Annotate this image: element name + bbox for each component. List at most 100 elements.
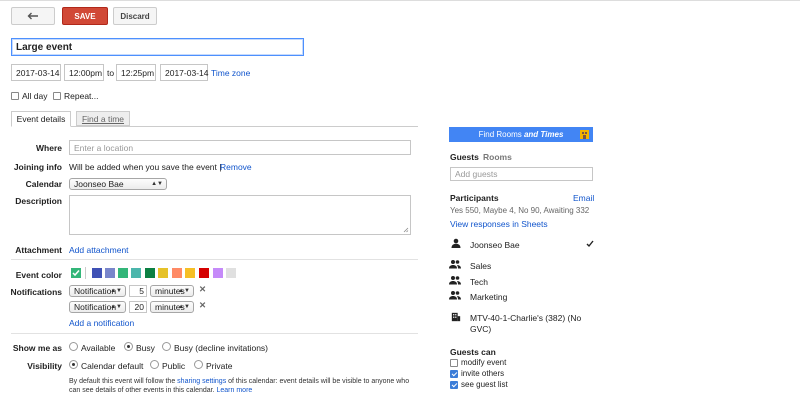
- notification-value-input-1[interactable]: 5: [129, 285, 147, 297]
- guest-name: Joonseo Bae: [470, 240, 520, 250]
- to-label: to: [107, 68, 115, 78]
- view-responses-link[interactable]: View responses in Sheets: [450, 219, 548, 229]
- public-radio[interactable]: [150, 360, 159, 369]
- available-radio[interactable]: [69, 342, 78, 351]
- tab-find-a-time-label: Find a time: [81, 113, 125, 124]
- color-swatch[interactable]: [92, 268, 102, 278]
- guest-name: Marketing: [470, 292, 508, 302]
- location-input[interactable]: Enter a location: [69, 140, 411, 155]
- learn-more-link[interactable]: Learn more: [217, 387, 253, 394]
- room-name-line: GVC): [470, 324, 492, 334]
- busy-decline-radio[interactable]: [162, 342, 171, 351]
- private-radio[interactable]: [194, 360, 203, 369]
- private-label: Private: [206, 361, 233, 371]
- calendar-default-radio[interactable]: [69, 360, 78, 369]
- note-text: can see details of other events in this …: [69, 387, 215, 394]
- all-day-checkbox[interactable]: [11, 92, 19, 100]
- see-guest-list-checkbox[interactable]: [450, 381, 458, 389]
- end-time-input[interactable]: 12:25pm: [116, 64, 156, 81]
- visibility-label: Visibility: [27, 361, 62, 371]
- event-title-input[interactable]: Large event: [11, 38, 304, 56]
- divider: [11, 259, 418, 260]
- see-guest-list-label: see guest list: [461, 380, 508, 389]
- notification-type-select-2[interactable]: Notification ▲▼: [69, 301, 126, 313]
- divider: [11, 333, 418, 334]
- color-swatch[interactable]: [226, 268, 236, 278]
- add-attachment-link[interactable]: Add attachment: [69, 245, 129, 255]
- back-button[interactable]: [11, 7, 55, 25]
- tab-divider: [11, 126, 418, 127]
- select-arrows-icon: ▲▼: [151, 181, 163, 187]
- calendar-select-value: Joonseo Bae: [74, 179, 124, 189]
- rsvp-stats: Yes 550, Maybe 4, No 90, Awaiting 332: [450, 206, 590, 215]
- color-swatch[interactable]: [199, 268, 209, 278]
- find-rooms-emphasis: and Times: [523, 130, 564, 139]
- swatch-separator: [85, 267, 86, 279]
- email-guests-link[interactable]: Email: [573, 193, 594, 203]
- add-guests-input[interactable]: Add guests: [450, 167, 593, 181]
- color-swatch[interactable]: [131, 268, 141, 278]
- find-rooms-button[interactable]: Find Rooms and Times: [449, 127, 593, 142]
- color-swatch[interactable]: [172, 268, 182, 278]
- group-icon: [449, 276, 461, 285]
- joining-info-text: Will be added when you save the event |: [69, 162, 222, 172]
- end-date-input[interactable]: 2017-03-14: [160, 64, 208, 81]
- public-label: Public: [162, 361, 186, 371]
- room-name: MTV-40-1-Charlie's (382) (No GVC): [470, 313, 581, 335]
- modify-event-checkbox[interactable]: [450, 359, 458, 367]
- room-name-line: MTV-40-1-Charlie's (382) (No: [470, 313, 582, 323]
- description-textarea[interactable]: [69, 195, 411, 235]
- calendar-select[interactable]: Joonseo Bae ▲▼: [69, 178, 167, 190]
- add-notification-link[interactable]: Add a notification: [69, 318, 134, 328]
- save-button[interactable]: SAVE: [62, 7, 108, 25]
- available-label: Available: [81, 343, 116, 353]
- tab-event-details-label: Event details: [16, 114, 66, 124]
- color-swatch[interactable]: [158, 268, 168, 278]
- selected-color-swatch[interactable]: [71, 268, 81, 278]
- remove-notification-icon[interactable]: ✕: [199, 300, 206, 311]
- rooms-icon: [580, 130, 589, 139]
- arrow-left-icon: [27, 12, 38, 20]
- start-time-input[interactable]: 12:00pm: [64, 64, 104, 81]
- notification-value-input-2[interactable]: 20: [129, 301, 147, 313]
- sharing-settings-link[interactable]: sharing settings: [177, 378, 226, 385]
- resize-handle-icon[interactable]: [403, 227, 409, 233]
- visibility-note: By default this event will follow the sh…: [69, 377, 409, 395]
- calendar-default-label: Calendar default: [81, 361, 144, 371]
- remove-notification-icon[interactable]: ✕: [199, 284, 206, 295]
- notification-unit-select-2[interactable]: minutes ▲▼: [150, 301, 194, 313]
- find-rooms-label: Find Rooms: [478, 130, 524, 139]
- guest-name: Sales: [470, 261, 492, 271]
- note-text: of this calendar: event details will be …: [226, 378, 410, 385]
- color-swatch[interactable]: [213, 268, 223, 278]
- notification-unit-select-1[interactable]: minutes ▲▼: [150, 285, 194, 297]
- repeat-checkbox[interactable]: [53, 92, 61, 100]
- note-text: By default this event will follow the: [69, 378, 178, 385]
- tab-rooms[interactable]: Rooms: [483, 152, 512, 162]
- color-swatch[interactable]: [145, 268, 155, 278]
- start-date-input[interactable]: 2017-03-14: [11, 64, 61, 81]
- modify-event-label: modify event: [461, 358, 507, 367]
- busy-radio[interactable]: [124, 342, 133, 351]
- notification-type-select-1[interactable]: Notification ▲▼: [69, 285, 126, 297]
- invite-others-label: invite others: [461, 369, 505, 378]
- select-arrows-icon: ▲▼: [110, 304, 122, 310]
- tab-find-a-time[interactable]: Find a time: [76, 111, 130, 126]
- tab-event-details[interactable]: Event details: [11, 111, 71, 127]
- show-me-as-label: Show me as: [12, 343, 62, 353]
- color-swatch[interactable]: [185, 268, 195, 278]
- checkmark-icon: [72, 270, 80, 277]
- color-swatch[interactable]: [105, 268, 115, 278]
- discard-button[interactable]: Discard: [113, 7, 157, 25]
- person-icon: [451, 238, 461, 248]
- calendar-label: Calendar: [25, 179, 62, 189]
- tab-guests[interactable]: Guests: [450, 152, 479, 162]
- group-icon: [449, 291, 461, 300]
- color-swatch[interactable]: [118, 268, 128, 278]
- remove-joining-link[interactable]: Remove: [220, 162, 252, 172]
- invite-others-checkbox[interactable]: [450, 370, 458, 378]
- timezone-link[interactable]: Time zone: [211, 68, 250, 78]
- guest-name: Tech: [470, 277, 488, 287]
- all-day-label: All day: [22, 91, 48, 101]
- repeat-label: Repeat...: [64, 91, 99, 101]
